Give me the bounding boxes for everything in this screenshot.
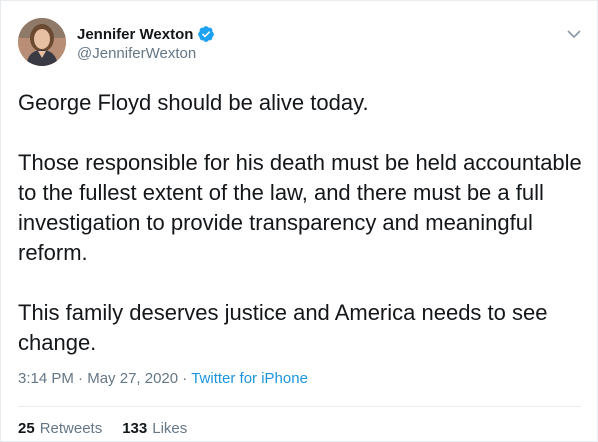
avatar-image (18, 18, 66, 66)
tweet-time[interactable]: 3:14 PM (18, 370, 74, 387)
tweet-paragraph: George Floyd should be alive today. (18, 90, 369, 115)
tweet-paragraph: Those responsible for his death must be … (18, 150, 582, 265)
author-handle[interactable]: @JenniferWexton (77, 45, 215, 62)
tweet-date[interactable]: May 27, 2020 (87, 370, 178, 387)
retweets-stat[interactable]: 25 Retweets (18, 420, 102, 437)
avatar[interactable] (18, 18, 66, 66)
likes-label: Likes (152, 420, 188, 437)
divider (18, 406, 581, 407)
meta-separator: · (73, 370, 88, 387)
tweet-text: George Floyd should be alive today. Thos… (18, 88, 588, 358)
likes-count: 133 (122, 420, 148, 437)
author-name[interactable]: Jennifer Wexton (77, 26, 193, 43)
author-name-row: Jennifer Wexton (77, 24, 215, 44)
meta-separator: · (178, 370, 192, 387)
likes-stat[interactable]: 133 Likes (122, 420, 187, 437)
tweet-paragraph: This family deserves justice and America… (18, 300, 548, 355)
retweets-label: Retweets (39, 420, 103, 437)
tweet-metadata: 3:14 PM · May 27, 2020 · Twitter for iPh… (18, 370, 308, 387)
chevron-down-icon[interactable] (567, 26, 581, 39)
verified-badge-icon (197, 25, 215, 43)
retweets-count: 25 (18, 420, 35, 437)
tweet-card: Jennifer Wexton @JenniferWexton George F… (0, 0, 598, 442)
tweet-source-link[interactable]: Twitter for iPhone (191, 370, 308, 387)
tweet-stats: 25 Retweets 133 Likes (18, 420, 207, 437)
author-info: Jennifer Wexton @JenniferWexton (77, 24, 215, 62)
